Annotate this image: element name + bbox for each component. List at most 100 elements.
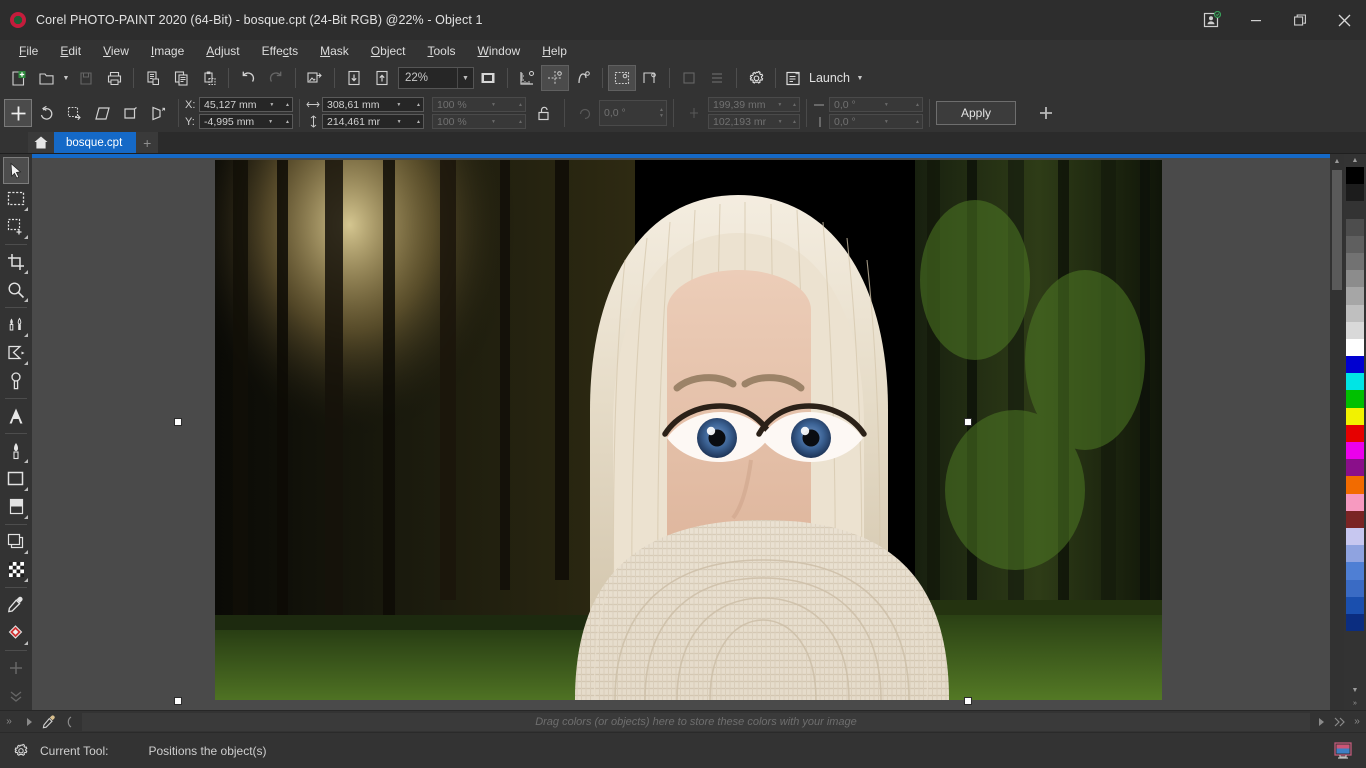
clip-mask-button[interactable] [636,65,664,91]
restore-button[interactable] [1278,0,1322,40]
account-icon[interactable] [1190,0,1234,40]
palette-swatch-14[interactable] [1346,407,1364,425]
rotation-spinner[interactable]: ▲ ▼ [659,107,666,119]
chevron-down-icon[interactable]: ▼ [777,102,782,108]
flyout-indicator[interactable] [24,515,28,520]
width-input[interactable]: 308,61 mm ▼ ▲ [322,97,424,112]
object-drop-shadow-tool[interactable] [3,528,29,555]
distort-mode-button[interactable] [116,99,144,127]
width-spinner[interactable]: ▼ [396,102,403,108]
rulers-button[interactable] [513,65,541,91]
vertical-scrollbar[interactable]: ▲ [1330,154,1344,710]
palette-expand-icon[interactable]: » [1348,716,1366,727]
skew-v-spinner-up[interactable]: ▲ [915,119,922,125]
palette-scroll-down-icon[interactable]: ▼ [1344,684,1366,697]
skew-h-spinner-up[interactable]: ▲ [915,102,922,108]
menu-edit[interactable]: Edit [49,41,92,61]
launch-dropdown-icon[interactable]: ▼ [854,65,866,91]
flyout-indicator[interactable] [24,333,28,338]
guidelines-button[interactable] [541,65,569,91]
touch-up-tool[interactable] [3,311,29,338]
scale-horizontal-input[interactable]: 100 % ▼ ▲ [432,97,526,112]
menu-tools[interactable]: Tools [417,41,467,61]
palette-swatch-23[interactable] [1346,562,1364,580]
crop-tool[interactable] [3,248,29,275]
export-button[interactable] [340,65,368,91]
height-input[interactable]: 214,461 mr ▼ ▲ [322,114,424,129]
scale-v-spinner[interactable]: ▼ [491,119,498,125]
chevron-down-icon[interactable]: ▼ [884,119,889,125]
effect-tool[interactable] [3,339,29,366]
apply-button[interactable]: Apply [936,101,1016,125]
skew-h-spinner[interactable]: ▼ [884,102,891,108]
chevron-down-icon[interactable]: ▼ [269,102,274,108]
palette-swatch-10[interactable] [1346,338,1364,357]
palette-swatch-16[interactable] [1346,442,1364,460]
scrollbar-thumb[interactable] [1332,170,1342,290]
color-proof-icon[interactable] [1332,741,1354,761]
handle-left-middle[interactable] [174,418,182,426]
scale-v-spinner-up[interactable]: ▲ [518,119,525,125]
canvas-area[interactable] [32,154,1330,710]
eyedropper-tool[interactable] [3,591,29,618]
flyout-indicator[interactable] [24,207,28,212]
minimize-button[interactable] [1234,0,1278,40]
palette-swatch-7[interactable] [1346,287,1364,305]
width-spinner-up[interactable]: ▲ [416,102,423,108]
height-spinner[interactable]: ▼ [397,119,404,125]
chevron-down-icon[interactable]: ▼ [457,68,473,88]
palette-more-icon[interactable]: » [1344,697,1366,710]
import-button[interactable] [301,65,329,91]
image-palette-dropzone[interactable]: Drag colors (or objects) here to store t… [82,712,1310,731]
flyout-indicator[interactable] [24,235,28,240]
rotate-mode-button[interactable] [32,99,60,127]
chevron-down-icon[interactable]: ▼ [659,113,664,119]
palette-swatch-13[interactable] [1346,390,1364,408]
palette-swatch-25[interactable] [1346,596,1364,614]
new-tab-button[interactable]: + [136,132,159,153]
chevron-down-icon[interactable]: ▼ [268,119,273,125]
launch-button[interactable]: Launch [781,65,854,91]
menu-object[interactable]: Object [360,41,417,61]
flyout-indicator[interactable] [24,459,28,464]
document-tab-bosque[interactable]: bosque.cpt [54,132,137,153]
y-spinner-up[interactable]: ▲ [285,119,292,125]
rectangle-shape-tool[interactable] [3,465,29,492]
new-document-button[interactable] [4,65,32,91]
handle-right-bottom[interactable] [964,697,972,705]
document-image-bosque[interactable] [215,160,1162,700]
open-dropdown-icon[interactable]: ▼ [60,65,72,91]
add-tool-button[interactable] [3,654,29,681]
palette-swatch-9[interactable] [1346,321,1364,339]
menu-mask[interactable]: Mask [309,41,360,61]
chevron-up-icon[interactable]: ▲ [518,102,523,108]
flyout-indicator[interactable] [24,270,28,275]
chevron-down-icon[interactable]: ▼ [397,119,402,125]
object-props-button[interactable] [675,65,703,91]
home-tab[interactable] [28,132,54,153]
y-spinner[interactable]: ▼ [268,119,275,125]
palette-swatch-22[interactable] [1346,545,1364,563]
mask-transform-tool[interactable] [3,213,29,240]
chevron-up-icon[interactable]: ▲ [915,102,920,108]
palette-swatch-1[interactable] [1346,184,1364,202]
chevron-up-icon[interactable]: ▲ [915,119,920,125]
fill-tool[interactable] [3,493,29,520]
chevron-down-icon[interactable]: ▼ [491,102,496,108]
palette-swatch-20[interactable] [1346,510,1364,528]
palette-scroll-up-icon[interactable]: ▲ [1344,154,1366,167]
chevron-up-icon[interactable]: ▲ [792,119,797,125]
scale-h-spinner[interactable]: ▼ [491,102,498,108]
save-button[interactable] [72,65,100,91]
open-document-button[interactable] [32,65,60,91]
rectangle-mask-tool[interactable] [3,185,29,212]
palette-swatch-3[interactable] [1346,218,1364,236]
mask-overlay-button[interactable] [608,65,636,91]
palette-swatch-26[interactable] [1346,613,1364,632]
flyout-indicator[interactable] [24,550,28,555]
palette-swatch-11[interactable] [1346,356,1364,374]
text-tool[interactable] [3,402,29,429]
palette-eyedropper-icon[interactable] [40,713,58,731]
palette-swatch-6[interactable] [1346,270,1364,288]
object-transparency-tool[interactable] [3,556,29,583]
